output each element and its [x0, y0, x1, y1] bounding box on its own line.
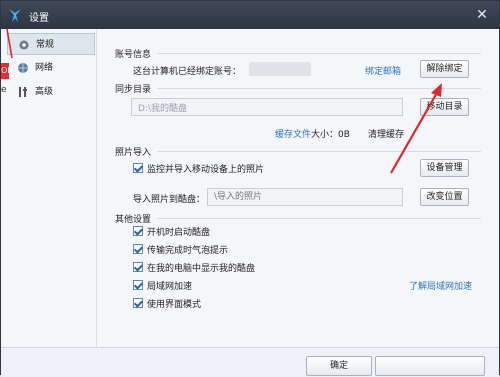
sync-section-title: 同步目录: [115, 85, 152, 95]
show-in-my-computer-checkbox[interactable]: [133, 262, 143, 272]
lan-acceleration-checkbox[interactable]: [133, 280, 143, 290]
sidebar-item-network[interactable]: 网络: [7, 57, 95, 79]
sidebar-item-label: 高级: [35, 87, 54, 97]
show-in-my-computer-label: 在我的电脑中显示我的酷盘: [147, 264, 256, 274]
gear-icon: [19, 40, 29, 50]
globe-icon: [18, 63, 28, 73]
unbind-button[interactable]: 解除绑定: [420, 60, 469, 78]
transfer-bubble-checkbox[interactable]: [133, 244, 143, 254]
cache-size-text: 大小：0B: [311, 130, 350, 140]
edge-fragment: e: [1, 85, 7, 95]
sidebar-item-label: 常规: [36, 40, 55, 50]
interface-mode-checkbox[interactable]: [133, 298, 143, 308]
cache-files-link[interactable]: 缓存文件: [275, 127, 311, 140]
app-logo-icon: [9, 9, 21, 22]
sidebar-item-label: 网络: [35, 63, 54, 73]
interface-mode-label: 使用界面模式: [147, 300, 202, 310]
clear-cache-text[interactable]: 清理缓存: [368, 127, 404, 140]
section-divider: [157, 218, 481, 219]
startup-label: 开机时启动酷盘: [147, 228, 211, 238]
close-button[interactable]: ✕: [473, 6, 491, 24]
sidebar-item-general[interactable]: 常规: [7, 33, 95, 55]
tools-icon: [19, 87, 27, 97]
move-directory-button[interactable]: 移动目录: [420, 98, 469, 116]
photo-section-title: 照片导入: [115, 148, 152, 158]
section-divider: [157, 88, 481, 89]
close-icon: ✕: [476, 7, 488, 23]
change-location-button[interactable]: 改变位置: [420, 188, 469, 206]
import-path-input[interactable]: [207, 188, 403, 206]
ok-button[interactable]: 确定: [306, 356, 372, 376]
window-title: 设置: [29, 13, 49, 24]
other-section-title: 其他设置: [115, 215, 152, 225]
startup-checkbox[interactable]: [133, 226, 143, 236]
lan-acceleration-label: 局域网加速: [147, 282, 193, 292]
section-divider: [157, 53, 481, 54]
general-settings-panel: 账号信息 这台计算机已经绑定账号： 绑定邮箱 解除绑定 同步目录 移动目录 缓存…: [97, 29, 499, 347]
sidebar: 常规 网络 高级: [1, 29, 97, 347]
sidebar-item-advanced[interactable]: 高级: [7, 81, 95, 103]
learn-lan-acceleration-link[interactable]: 了解局域网加速: [409, 279, 472, 292]
account-section-title: 账号信息: [115, 50, 152, 60]
bind-email-link[interactable]: 绑定邮箱: [365, 64, 401, 77]
edge-badge: OF: [1, 63, 9, 79]
settings-window: 设置 ✕ 常规 网络 高级 OF e 账号信息 这台计算机: [0, 0, 500, 377]
import-to-label: 导入照片到酷盘：: [133, 195, 206, 205]
secondary-button[interactable]: [375, 356, 485, 376]
title-bar: 设置 ✕: [1, 1, 499, 29]
monitor-photos-label: 监控并导入移动设备上的照片: [147, 165, 265, 175]
account-name-redacted: [249, 62, 311, 76]
sync-path-input[interactable]: [131, 98, 403, 116]
section-divider: [157, 151, 481, 152]
dialog-footer: 确定: [1, 347, 499, 377]
bound-account-text: 这台计算机已经绑定账号：: [133, 67, 242, 77]
device-management-button[interactable]: 设备管理: [420, 159, 469, 177]
monitor-photos-checkbox[interactable]: [133, 163, 143, 173]
transfer-bubble-label: 传输完成时气泡提示: [147, 246, 229, 256]
